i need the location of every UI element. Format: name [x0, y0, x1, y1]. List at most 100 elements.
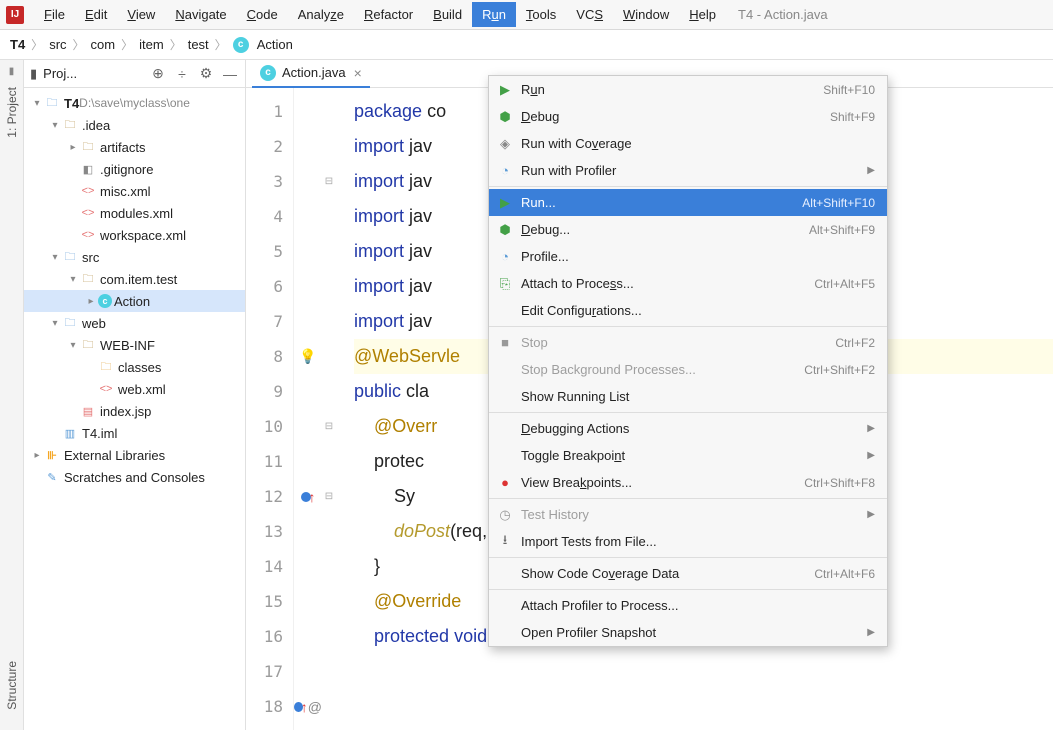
tree-item[interactable]: ▸🗀artifacts: [24, 136, 245, 158]
gutter-icon[interactable]: [294, 94, 322, 129]
menu-code[interactable]: Code: [237, 2, 288, 27]
line-number[interactable]: 9: [246, 374, 293, 409]
menu-item[interactable]: ◔Run with Profiler▶: [489, 157, 887, 184]
menu-item[interactable]: Show Code Coverage DataCtrl+Alt+F6: [489, 560, 887, 587]
fold-icon[interactable]: [322, 129, 336, 164]
line-number[interactable]: 13: [246, 514, 293, 549]
tree-item[interactable]: <>web.xml: [24, 378, 245, 400]
breadcrumb-root[interactable]: T4: [10, 37, 25, 52]
gutter-icon[interactable]: [294, 444, 322, 479]
menu-item[interactable]: Edit Configurations...: [489, 297, 887, 324]
line-number[interactable]: 5: [246, 234, 293, 269]
menu-item[interactable]: ⬢DebugShift+F9: [489, 103, 887, 130]
menu-file[interactable]: File: [34, 2, 75, 27]
tree-item[interactable]: ▸cAction: [24, 290, 245, 312]
project-tree[interactable]: ▾🗀T4 D:\save\myclass\one▾🗀.idea▸🗀artifac…: [24, 88, 245, 730]
breadcrumb-item[interactable]: item: [139, 37, 164, 52]
breadcrumb-item[interactable]: test: [188, 37, 209, 52]
tree-item[interactable]: ▾🗀web: [24, 312, 245, 334]
gutter-icon[interactable]: [294, 129, 322, 164]
menu-item[interactable]: Attach Profiler to Process...: [489, 592, 887, 619]
fold-icon[interactable]: [322, 514, 336, 549]
tree-item[interactable]: <>workspace.xml: [24, 224, 245, 246]
fold-icon[interactable]: ⊟: [322, 164, 336, 199]
fold-icon[interactable]: [322, 444, 336, 479]
target-icon[interactable]: ⊕: [149, 65, 167, 83]
menu-item[interactable]: ⬢Debug...Alt+Shift+F9: [489, 216, 887, 243]
fold-icon[interactable]: [322, 234, 336, 269]
gutter-icon[interactable]: [294, 654, 322, 689]
line-number[interactable]: 1: [246, 94, 293, 129]
menu-refactor[interactable]: Refactor: [354, 2, 423, 27]
divider-icon[interactable]: ÷: [173, 65, 191, 83]
gutter-icon[interactable]: [294, 584, 322, 619]
fold-icon[interactable]: [322, 549, 336, 584]
collapse-icon[interactable]: ▮: [9, 66, 15, 77]
fold-icon[interactable]: [322, 374, 336, 409]
menu-item[interactable]: Show Running List: [489, 383, 887, 410]
gutter-icon[interactable]: [294, 234, 322, 269]
gutter-icon[interactable]: 💡: [294, 339, 322, 374]
collapse-icon[interactable]: —: [221, 65, 239, 83]
gutter-icon[interactable]: [294, 199, 322, 234]
menu-item[interactable]: ▶Run...Alt+Shift+F10: [489, 189, 887, 216]
line-number[interactable]: 11: [246, 444, 293, 479]
menu-help[interactable]: Help: [679, 2, 726, 27]
menu-build[interactable]: Build: [423, 2, 472, 27]
tree-item[interactable]: ▤index.jsp: [24, 400, 245, 422]
menu-edit[interactable]: Edit: [75, 2, 117, 27]
menu-navigate[interactable]: Navigate: [165, 2, 236, 27]
gutter-icon[interactable]: [294, 374, 322, 409]
menu-analyze[interactable]: Analyze: [288, 2, 354, 27]
line-number[interactable]: 10: [246, 409, 293, 444]
menu-vcs[interactable]: VCS: [566, 2, 613, 27]
menu-item[interactable]: ●View Breakpoints...Ctrl+Shift+F8: [489, 469, 887, 496]
close-icon[interactable]: ×: [354, 65, 362, 81]
fold-icon[interactable]: [322, 584, 336, 619]
rail-project-label[interactable]: 1: Project: [5, 87, 19, 138]
menu-tools[interactable]: Tools: [516, 2, 566, 27]
fold-icon[interactable]: [322, 654, 336, 689]
breadcrumb-item[interactable]: src: [49, 37, 66, 52]
line-number[interactable]: 14: [246, 549, 293, 584]
fold-icon[interactable]: ⊟: [322, 479, 336, 514]
fold-icon[interactable]: [322, 339, 336, 374]
tree-item[interactable]: ▾🗀src: [24, 246, 245, 268]
line-number[interactable]: 2: [246, 129, 293, 164]
gutter-icon[interactable]: [294, 164, 322, 199]
menu-item[interactable]: Open Profiler Snapshot▶: [489, 619, 887, 646]
line-number[interactable]: 17: [246, 654, 293, 689]
menu-run[interactable]: Run: [472, 2, 516, 27]
fold-icon[interactable]: [322, 619, 336, 654]
menu-item[interactable]: ◔Profile...: [489, 243, 887, 270]
breadcrumb-leaf[interactable]: Action: [257, 37, 293, 52]
fold-icon[interactable]: [322, 269, 336, 304]
gutter-icon[interactable]: [294, 514, 322, 549]
tree-item[interactable]: <>misc.xml: [24, 180, 245, 202]
tree-item[interactable]: ▾🗀T4 D:\save\myclass\one: [24, 92, 245, 114]
editor-tab[interactable]: c Action.java ×: [252, 60, 370, 88]
tree-item[interactable]: ✎Scratches and Consoles: [24, 466, 245, 488]
line-number[interactable]: 12: [246, 479, 293, 514]
gutter-icon[interactable]: ↑: [294, 479, 322, 514]
tree-item[interactable]: 🗀classes: [24, 356, 245, 378]
menu-item[interactable]: ◈Run with Coverage: [489, 130, 887, 157]
panel-title[interactable]: Proj...: [43, 66, 77, 81]
line-number[interactable]: 6: [246, 269, 293, 304]
tree-item[interactable]: ▸⊪External Libraries: [24, 444, 245, 466]
gear-icon[interactable]: ⚙: [197, 65, 215, 83]
tree-item[interactable]: ▥T4.iml: [24, 422, 245, 444]
tree-item[interactable]: ◧.gitignore: [24, 158, 245, 180]
gutter-icon[interactable]: ↑@: [294, 689, 322, 724]
menu-window[interactable]: Window: [613, 2, 679, 27]
line-number[interactable]: 4: [246, 199, 293, 234]
menu-item[interactable]: ▶RunShift+F10: [489, 76, 887, 103]
fold-icon[interactable]: [322, 199, 336, 234]
tree-item[interactable]: ▾🗀.idea: [24, 114, 245, 136]
menu-item[interactable]: ⎘Attach to Process...Ctrl+Alt+F5: [489, 270, 887, 297]
line-number[interactable]: 3: [246, 164, 293, 199]
fold-icon[interactable]: [322, 689, 336, 724]
gutter-icon[interactable]: [294, 269, 322, 304]
gutter-icon[interactable]: [294, 304, 322, 339]
tree-item[interactable]: ▾🗀WEB-INF: [24, 334, 245, 356]
